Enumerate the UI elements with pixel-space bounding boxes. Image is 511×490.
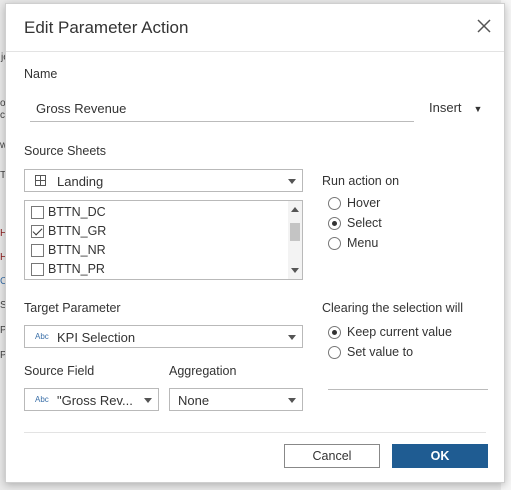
radio-button[interactable]: [328, 236, 341, 250]
chevron-down-icon: [144, 398, 152, 403]
radio-button[interactable]: [328, 216, 341, 230]
radio-label: Select: [347, 216, 382, 230]
sheet-checkbox[interactable]: [31, 243, 44, 257]
close-icon[interactable]: [474, 16, 494, 36]
source-sheets-dropdown[interactable]: Landing: [24, 169, 303, 192]
scroll-up-icon[interactable]: [291, 207, 299, 212]
radio-label: Menu: [347, 236, 379, 250]
list-item[interactable]: BTTN_PR: [31, 260, 105, 278]
set-value-input[interactable]: [328, 389, 488, 390]
insert-dropdown[interactable]: Insert ▼: [429, 100, 482, 115]
run-action-label: Run action on: [322, 174, 400, 188]
chevron-down-icon: [288, 335, 296, 340]
footer-divider: [24, 432, 486, 433]
chevron-down-icon: [288, 179, 296, 184]
edit-parameter-action-dialog: Edit Parameter Action Name Insert ▼ Sourc…: [5, 3, 505, 483]
radio-hover[interactable]: Hover: [328, 196, 380, 210]
radio-button[interactable]: [328, 325, 341, 339]
source-sheets-label: Source Sheets: [24, 144, 106, 158]
dialog-title: Edit Parameter Action: [24, 18, 189, 37]
radio-select[interactable]: Select: [328, 216, 382, 230]
radio-set-value-to[interactable]: Set value to: [328, 345, 413, 359]
name-label: Name: [24, 67, 58, 81]
list-item[interactable]: BTTN_NR: [31, 241, 106, 259]
aggregation-dropdown[interactable]: None: [169, 388, 303, 411]
insert-label: Insert: [429, 100, 462, 115]
name-input[interactable]: [30, 96, 414, 122]
string-type-icon: Abc: [35, 332, 49, 341]
target-parameter-value: KPI Selection: [57, 330, 136, 345]
scroll-thumb[interactable]: [290, 223, 300, 241]
title-divider: [6, 51, 504, 52]
aggregation-value: None: [178, 393, 210, 408]
radio-button[interactable]: [328, 345, 341, 359]
radio-button[interactable]: [328, 196, 341, 210]
radio-menu[interactable]: Menu: [328, 236, 378, 250]
target-parameter-dropdown[interactable]: Abc KPI Selection: [24, 325, 303, 348]
source-field-value: "Gross Rev...: [57, 393, 133, 408]
sheet-grid-icon: [35, 175, 46, 186]
source-sheets-value: Landing: [57, 174, 104, 189]
sheet-checkbox[interactable]: [31, 205, 44, 219]
sheet-list[interactable]: BTTN_DC BTTN_GR BTTN_NR BTTN_PR: [24, 200, 303, 280]
list-item[interactable]: BTTN_DC: [31, 203, 106, 221]
clearing-label: Clearing the selection will: [322, 301, 464, 315]
sheet-label: BTTN_DC: [48, 205, 106, 219]
list-scrollbar[interactable]: [288, 201, 302, 279]
target-parameter-label: Target Parameter: [24, 301, 121, 315]
source-field-dropdown[interactable]: Abc "Gross Rev...: [24, 388, 159, 411]
sheet-label: BTTN_GR: [48, 224, 107, 238]
radio-label: Hover: [347, 196, 381, 210]
caret-down-icon: ▼: [473, 104, 483, 114]
sheet-checkbox[interactable]: [31, 262, 44, 276]
ok-button[interactable]: OK: [392, 444, 488, 468]
chevron-down-icon: [288, 398, 296, 403]
cancel-button[interactable]: Cancel: [284, 444, 380, 468]
sheet-label: BTTN_NR: [48, 243, 106, 257]
aggregation-label: Aggregation: [169, 364, 237, 378]
sheet-checkbox[interactable]: [31, 224, 44, 238]
source-field-label: Source Field: [24, 364, 95, 378]
scroll-down-icon[interactable]: [291, 268, 299, 273]
string-type-icon: Abc: [35, 395, 49, 404]
list-item[interactable]: BTTN_GR: [31, 222, 106, 240]
sheet-label: BTTN_PR: [48, 262, 105, 276]
radio-keep-current-value[interactable]: Keep current value: [328, 325, 452, 339]
radio-label: Keep current value: [347, 325, 452, 339]
radio-label: Set value to: [347, 345, 414, 359]
